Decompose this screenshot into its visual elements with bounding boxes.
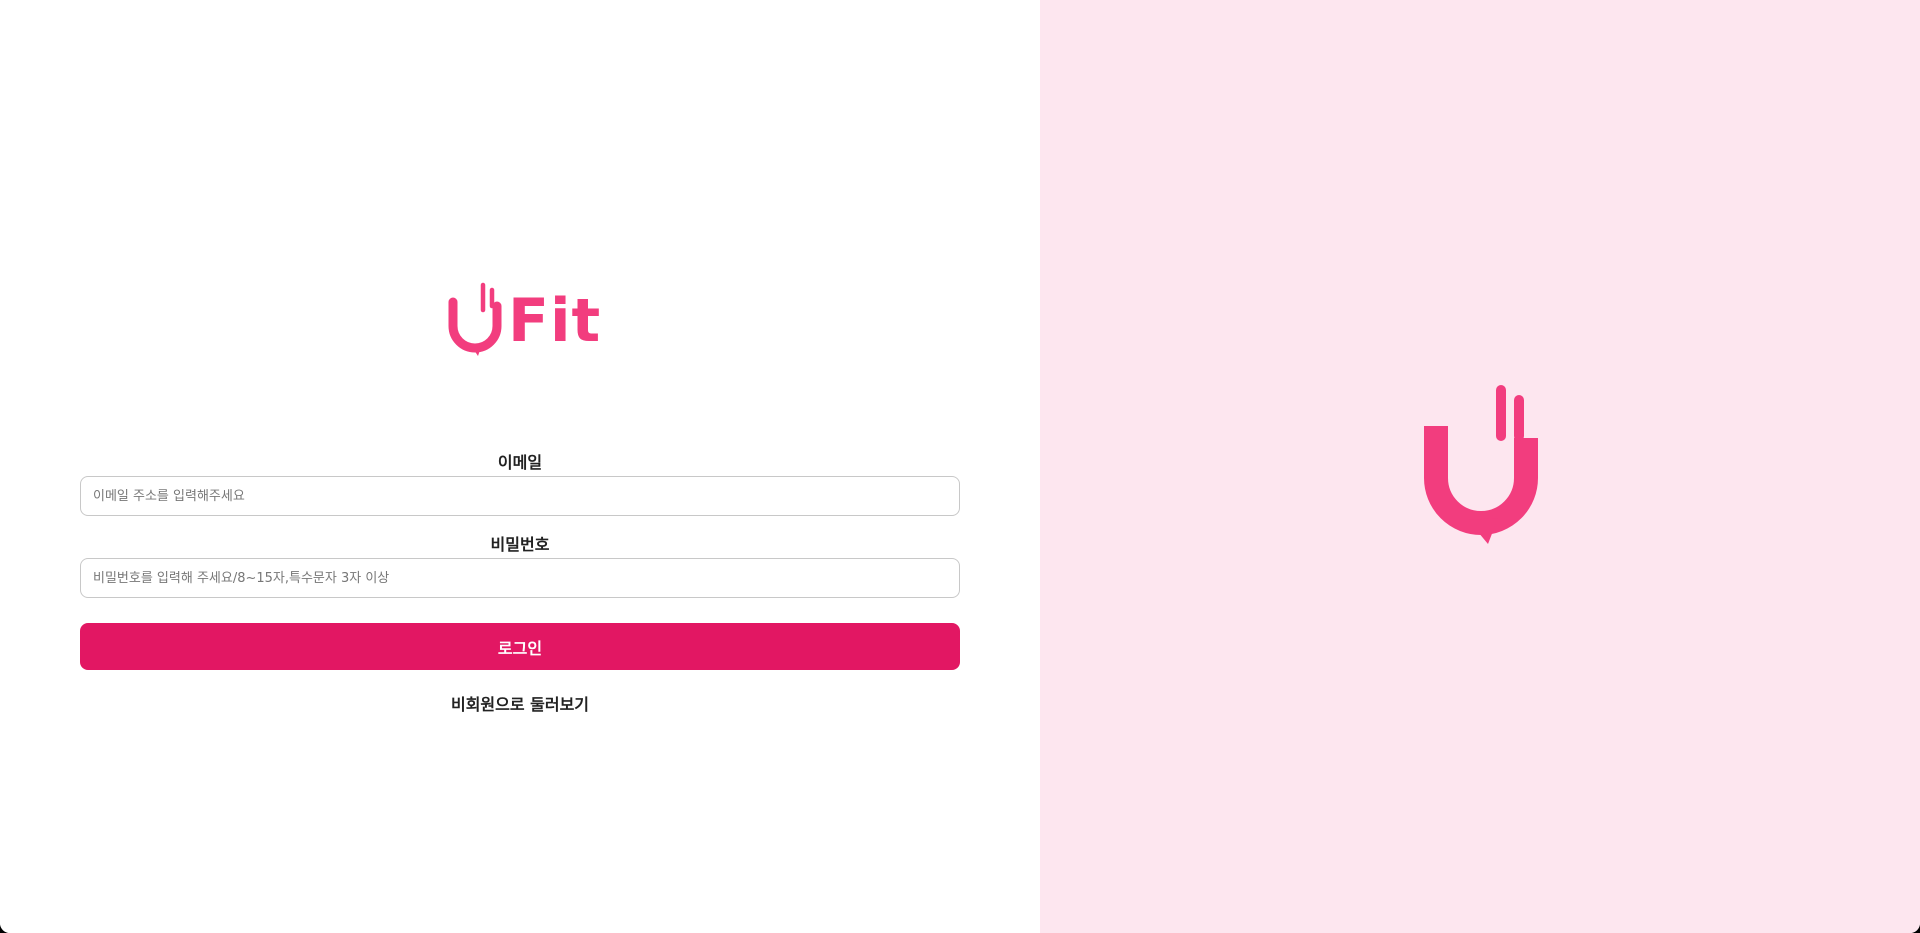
email-label: 이메일: [497, 453, 543, 472]
u-hand-speech-icon-large: [1424, 385, 1538, 544]
password-field[interactable]: [80, 558, 960, 598]
login-panel: Fit 이메일 비밀번호 로그인 비회원으로 둘러보기: [0, 0, 1040, 933]
email-field[interactable]: [80, 476, 960, 516]
password-label: 비밀번호: [490, 535, 550, 554]
login-button[interactable]: 로그인: [80, 623, 960, 670]
brand-name: Fit: [508, 286, 602, 356]
brand-logo: Fit: [448, 280, 600, 360]
guest-browse-link[interactable]: 비회원으로 둘러보기: [80, 691, 960, 715]
app-window: Fit 이메일 비밀번호 로그인 비회원으로 둘러보기: [0, 0, 1920, 933]
u-hand-speech-icon: [448, 282, 502, 356]
